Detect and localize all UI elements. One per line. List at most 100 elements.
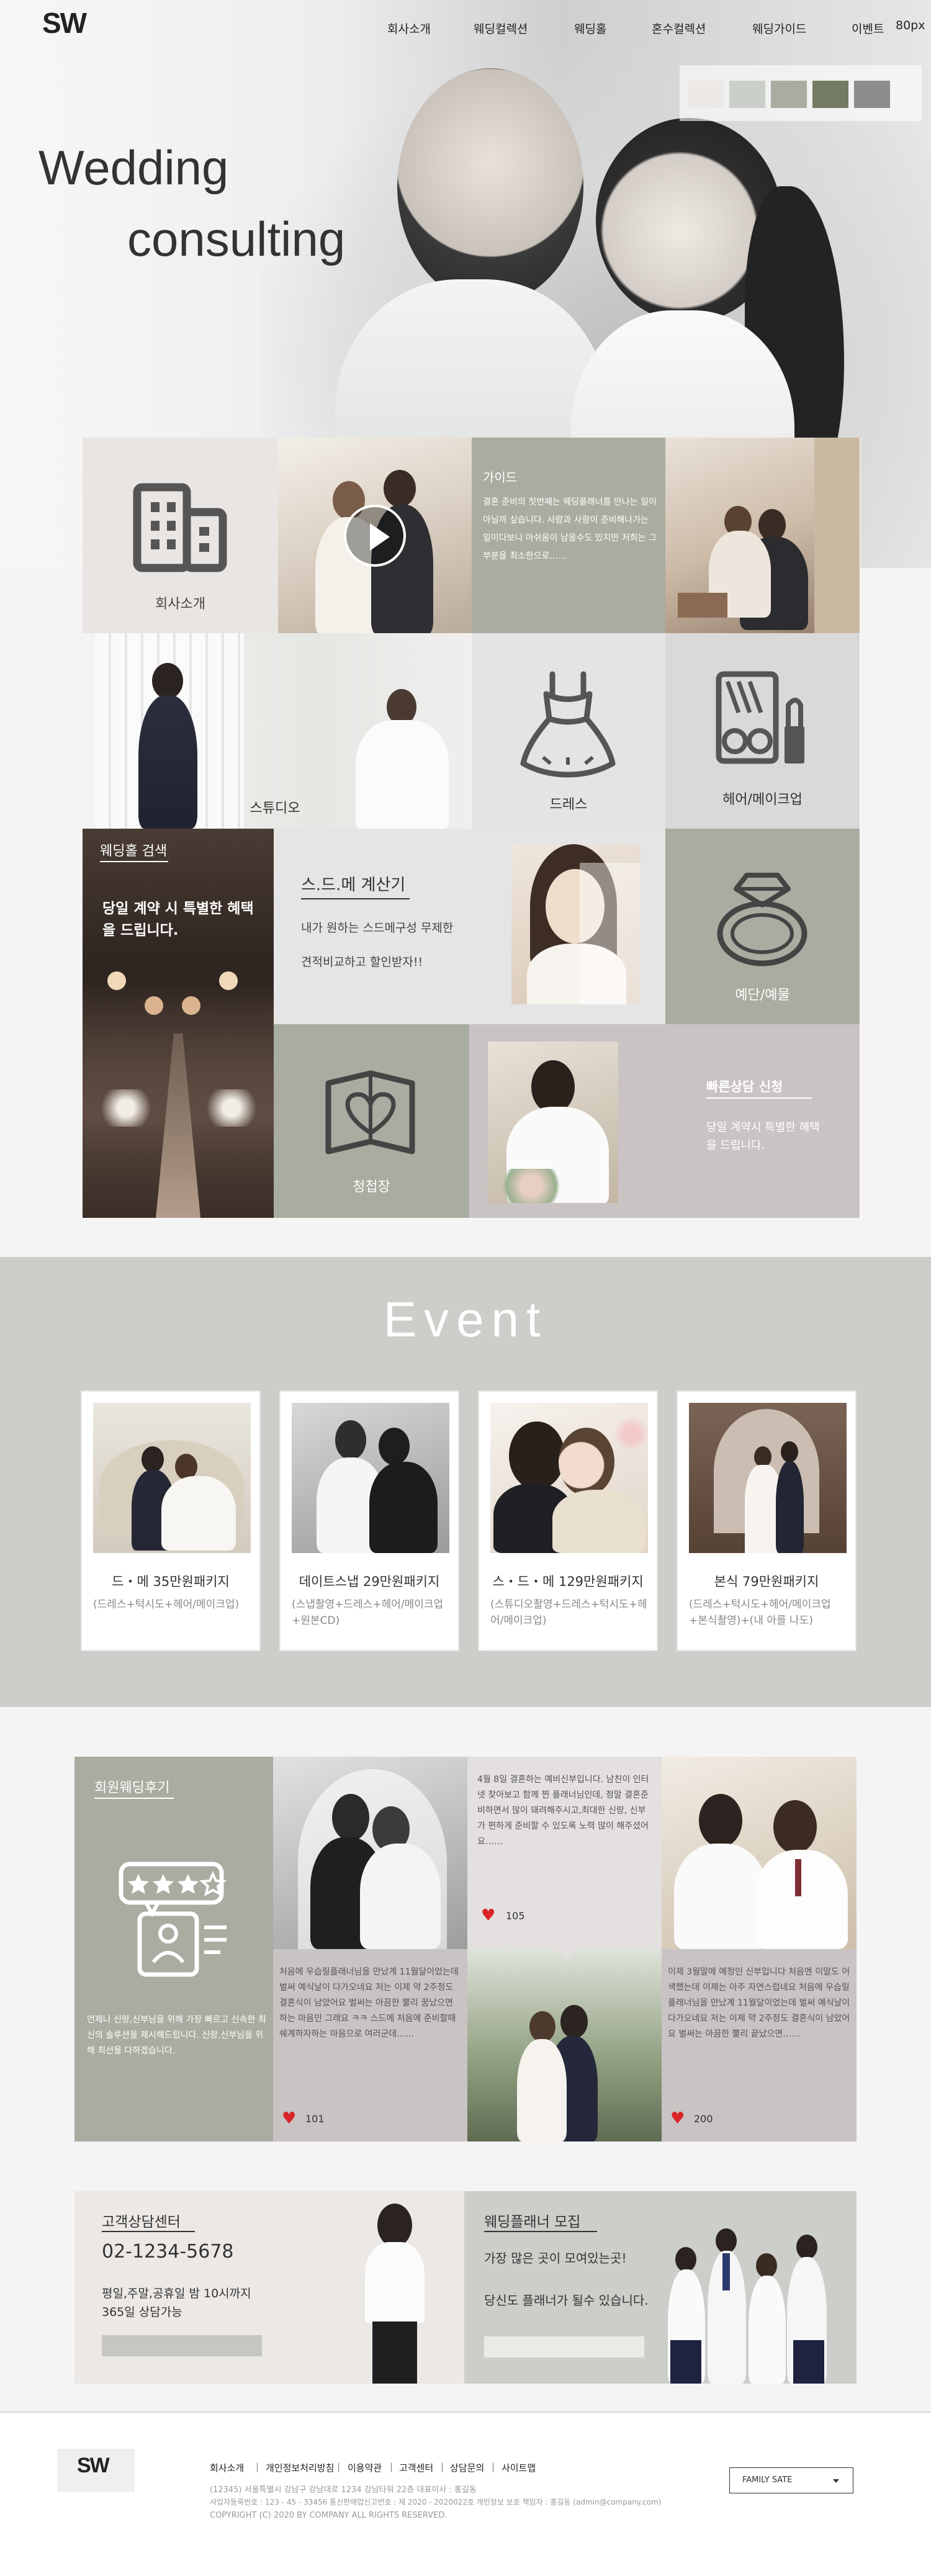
review-intro-box: 회원웨딩후기 언제나 신랑,신부님을 위해 가장 빠르고 신속한 최신의 솔루션… <box>74 1757 273 2141</box>
event-card-desc: (스튜디오촬영+드레스+턱시도+헤어/메이크업) <box>490 1598 647 1627</box>
like-count: 101 <box>305 2113 325 2125</box>
ring-icon <box>717 873 807 966</box>
tile-video[interactable] <box>278 438 472 633</box>
swatch-4 <box>812 81 848 108</box>
event-card-1[interactable]: 드・메 35만원패키지 (드레스+턱시도+헤어/메이크업) <box>81 1390 261 1651</box>
swatch-3 <box>771 81 807 108</box>
dress-icon <box>520 671 616 778</box>
footer-link-privacy[interactable]: 개인정보처리방침 <box>266 2461 334 2474</box>
nav-wedding-hall[interactable]: 웨딩홀 <box>574 20 606 37</box>
footer-link-support[interactable]: 고객센터 <box>399 2461 433 2474</box>
review-user-icon <box>119 1862 227 1977</box>
event-card-photo <box>292 1403 449 1553</box>
tile-yedan-label: 예단/예물 <box>735 988 790 1003</box>
event-card-desc: (드레스+턱시도+헤어/메이크업+본식촬영)+(내 아를 나도) <box>689 1598 831 1627</box>
building-icon <box>133 483 227 572</box>
heart-icon[interactable]: ♥ <box>670 2110 685 2127</box>
footer-link-company[interactable]: 회사소개 <box>210 2461 244 2474</box>
groom-photo <box>488 1042 618 1203</box>
recruit-title: 웨딩플래너 모집 <box>484 2214 581 2230</box>
play-icon <box>370 523 390 551</box>
nav-event[interactable]: 이벤트 <box>852 20 884 37</box>
review-intro-text: 언제나 신랑,신부님을 위해 가장 빠르고 신속한 최신의 솔루션을 제시해드립… <box>87 2015 266 2056</box>
tile-company[interactable]: 회사소개 <box>83 438 278 633</box>
review-photo-3 <box>662 1757 857 1949</box>
event-card-2[interactable]: 데이트스냅 29만원패키지 (스냅촬영+드레스+헤어/메이크업+원본CD) <box>279 1390 459 1651</box>
customer-hours-2: 365일 상담가능 <box>102 2305 182 2319</box>
tile-invitation[interactable]: 청첩장 <box>274 1024 469 1218</box>
consultant-photo <box>360 2204 428 2384</box>
tile-studio-label: 스튜디오 <box>250 801 300 816</box>
footer-copyright: COPYRIGHT (C) 2020 BY COMPANY ALL RIGHTS… <box>210 2511 448 2520</box>
footer-link-consult[interactable]: 상담문의 <box>450 2461 484 2474</box>
sdm-text-1: 내가 원하는 스드메구성 무제한 <box>301 921 454 935</box>
tile-dress[interactable]: 드레스 <box>472 633 665 829</box>
tile-company-label: 회사소개 <box>155 597 205 612</box>
nav-wedding-collection[interactable]: 웨딩컬렉션 <box>474 20 528 37</box>
planner-recruit: 웨딩플래너 모집 가장 많은 곳이 모여있는곳! 당신도 플래너가 될수 있습니… <box>464 2191 857 2384</box>
nav-honsu-collection[interactable]: 혼수컬렉션 <box>652 20 706 37</box>
tile-hair-makeup[interactable]: 헤어/메이크업 <box>665 633 860 829</box>
hero-title-line2: consulting <box>127 212 346 266</box>
footer-logo-text: SW <box>77 2454 110 2477</box>
footer-license: 사업자등록번호 : 123 - 45 - 33456 통신판매업신고번호 : 제… <box>210 2498 662 2506</box>
tile-sdm-calculator[interactable]: 스.드.메 계산기 내가 원하는 스드메구성 무제한 견적비교하고 할인받자!! <box>274 829 665 1024</box>
tile-quick-consult[interactable]: 빠른상담 신청 당일 계약시 특별한 혜택을 드립니다. <box>469 1024 860 1218</box>
nav-company[interactable]: 회사소개 <box>387 20 431 37</box>
like-count: 200 <box>694 2113 713 2125</box>
event-card-3[interactable]: 스・드・메 129만원패키지 (스튜디오촬영+드레스+턱시도+헤어/메이크업) <box>478 1390 658 1651</box>
guide-title: 가이드 <box>483 470 518 485</box>
tile-studio[interactable]: 스튜디오 <box>83 633 472 829</box>
hall-text: 당일 계약 시 특별한 혜택을 드립니다. <box>102 901 254 939</box>
footer-link-terms[interactable]: 이용약관 <box>348 2461 382 2474</box>
event-title: Event <box>383 1292 548 1347</box>
hero-title-line1: Wedding <box>38 140 229 195</box>
swatch-1 <box>688 81 724 108</box>
heart-icon[interactable]: ♥ <box>481 1907 495 1924</box>
review-text: 처음에 우습릴플래너님을 만났계 11월달이었는데 벌써 예식날이 다가오네요 … <box>279 1967 459 2039</box>
review-card-1[interactable]: 처음에 우습릴플래너님을 만났계 11월달이었는데 벌써 예식날이 다가오네요 … <box>273 1949 467 2141</box>
tile-hair-makeup-label: 헤어/메이크업 <box>722 792 803 808</box>
family-site-select[interactable]: FAMILY SATE <box>729 2467 853 2493</box>
customer-center-button[interactable] <box>102 2335 262 2356</box>
play-button[interactable] <box>344 505 406 567</box>
recruit-text-1: 가장 많은 곳이 모여있는곳! <box>484 2251 627 2266</box>
invitation-icon <box>325 1070 415 1155</box>
customer-hours-1: 평일,주말,공휴일 밤 10시까지 <box>102 2287 251 2300</box>
review-text: 이제 3월말에 예정인 신부입니다 처음엔 이말도 어색했는데 이제는 아주 자… <box>668 1967 850 2039</box>
tile-wedding-hall[interactable]: 웨딩홀 검색 당일 계약 시 특별한 혜택을 드립니다. <box>83 829 274 1218</box>
sdm-text-2: 견적비교하고 할인받자!! <box>301 955 423 969</box>
customer-center: 고객상담센터 02-1234-5678 평일,주말,공휴일 밤 10시까지 36… <box>74 2191 464 2384</box>
event-card-title: 드・메 35만원패키지 <box>112 1574 230 1589</box>
footer-link-sitemap[interactable]: 사이트맵 <box>501 2461 536 2474</box>
bride-photo <box>511 844 641 1004</box>
event-card-desc: (스냅촬영+드레스+헤어/메이크업+원본CD) <box>292 1598 444 1627</box>
event-card-title: 데이트스냅 29만원패키지 <box>299 1574 440 1589</box>
sdm-title: 스.드.메 계산기 <box>301 876 406 894</box>
event-card-photo <box>689 1403 847 1553</box>
review-text: 4월 8일 결혼하는 예비신부입니다. 남친이 인터넷 찾아보고 함께 찐 플래… <box>477 1775 649 1847</box>
makeup-icon <box>716 671 804 764</box>
customer-center-title: 고객상담센터 <box>102 2214 181 2230</box>
recruit-text-2: 당신도 플래너가 될수 있습니다. <box>484 2293 649 2308</box>
quick-text: 당일 계약시 특별한 혜택을 드립니다. <box>706 1121 820 1152</box>
recruit-button[interactable] <box>484 2336 644 2358</box>
tile-guide-photo <box>665 438 860 633</box>
review-card-2[interactable]: 4월 8일 결혼하는 예비신부입니다. 남친이 인터넷 찾아보고 함께 찐 플래… <box>467 1757 662 1960</box>
review-card-3[interactable]: 이제 3월말에 예정인 신부입니다 처음엔 이말도 어색했는데 이제는 아주 자… <box>662 1949 857 2141</box>
hall-title: 웨딩홀 검색 <box>100 844 168 859</box>
event-card-photo <box>490 1403 648 1553</box>
guide-text: 결혼 준비의 첫번째는 웨딩플래너를 만나는 일이 아닐까 싶습니다. 사람과 … <box>483 497 657 561</box>
customer-phone[interactable]: 02-1234-5678 <box>102 2241 234 2263</box>
tile-guide[interactable]: 가이드 결혼 준비의 첫번째는 웨딩플래너를 만나는 일이 아닐까 싶습니다. … <box>472 438 665 633</box>
heart-icon[interactable]: ♥ <box>282 2110 296 2127</box>
tile-yedan-yemul[interactable]: 예단/예물 <box>665 829 860 1024</box>
footer-logo[interactable]: SW <box>57 2449 135 2492</box>
like-count: 105 <box>506 1910 525 1922</box>
review-photo-1 <box>273 1757 467 1949</box>
swatch-5 <box>854 81 890 108</box>
planner-group-photo <box>663 2228 849 2384</box>
logo[interactable]: SW <box>42 6 87 40</box>
event-card-4[interactable]: 본식 79만원패키지 (드레스+턱시도+헤어/메이크업+본식촬영)+(내 아를 … <box>677 1390 857 1651</box>
nav-wedding-guide[interactable]: 웨딩가이드 <box>752 20 806 37</box>
